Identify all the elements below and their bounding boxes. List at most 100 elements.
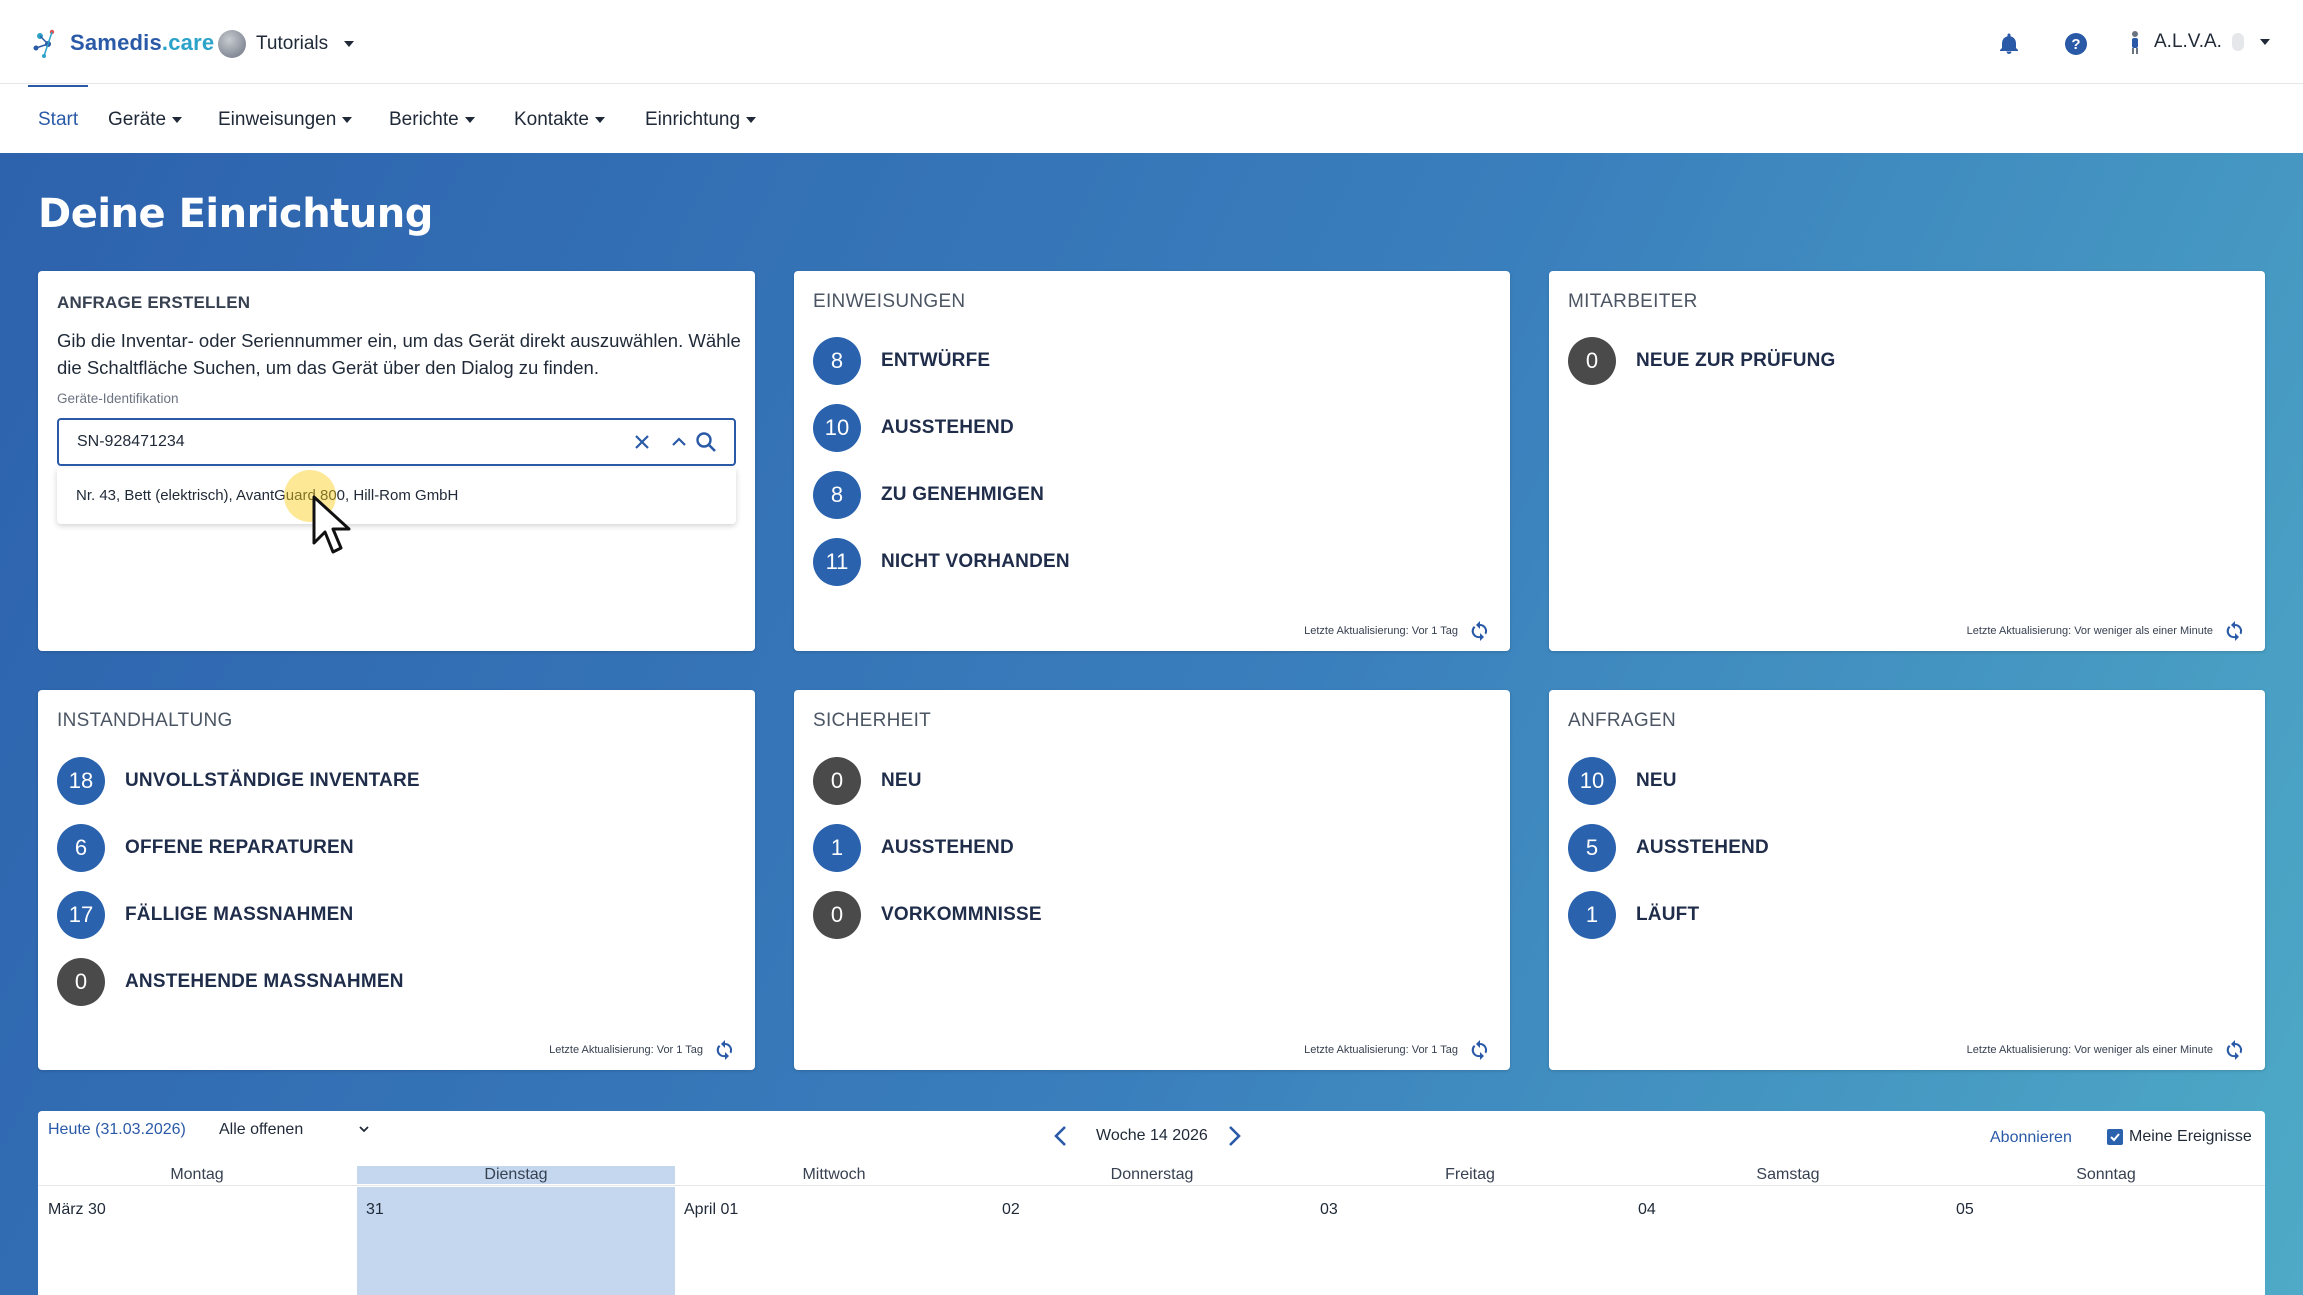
count-badge: 1 <box>813 824 861 872</box>
anfragen-card-title: ANFRAGEN <box>1568 710 1676 731</box>
mitarbeiter-card-title: MITARBEITER <box>1568 291 1698 312</box>
count-badge: 1 <box>1568 891 1616 939</box>
card-footer: Letzte Aktualisierung: Vor 1 Tag <box>1304 619 1492 643</box>
stat-unvollstaendige-inventare[interactable]: 18 UNVOLLSTÄNDIGE INVENTARE <box>57 757 420 805</box>
selected-day-highlight <box>357 1187 675 1295</box>
stat-label: NICHT VORHANDEN <box>881 551 1070 572</box>
main-navigation: Start Geräte Einweisungen Berichte Konta… <box>0 85 2303 153</box>
last-updated-text: Letzte Aktualisierung: Vor 1 Tag <box>1304 625 1458 637</box>
stat-entwuerfe[interactable]: 8 ENTWÜRFE <box>813 337 990 385</box>
calendar-day-cell[interactable]: 04 <box>1638 1201 1656 1219</box>
active-tab-indicator <box>28 85 88 87</box>
device-id-input[interactable]: SN-928471234 <box>57 418 736 466</box>
refresh-icon[interactable] <box>1468 619 1492 643</box>
event-filter-value: Alle offenen <box>219 1121 304 1138</box>
device-suggestion-item[interactable]: Nr. 43, Bett (elektrisch), AvantGuard 80… <box>76 487 458 504</box>
count-badge: 10 <box>1568 757 1616 805</box>
stat-nicht-vorhanden[interactable]: 11 NICHT VORHANDEN <box>813 538 1070 586</box>
caret-down-icon <box>595 117 605 123</box>
event-filter-select[interactable]: Alle offenen <box>219 1121 379 1139</box>
instandhaltung-card: INSTANDHALTUNG 18 UNVOLLSTÄNDIGE INVENTAR… <box>38 690 755 1070</box>
calendar-day-cell[interactable]: 31 <box>366 1201 384 1219</box>
request-card: ANFRAGE ERSTELLEN Gib die Inventar- oder… <box>38 271 755 651</box>
nav-einweisungen[interactable]: Einweisungen <box>218 109 353 131</box>
search-icon[interactable] <box>695 431 717 453</box>
einweisungen-card-title: EINWEISUNGEN <box>813 291 966 312</box>
stat-zu-genehmigen[interactable]: 8 ZU GENEHMIGEN <box>813 471 1044 519</box>
card-footer: Letzte Aktualisierung: Vor weniger als e… <box>1967 1038 2247 1062</box>
notification-bell-icon[interactable] <box>1997 32 2021 56</box>
refresh-icon[interactable] <box>713 1038 737 1062</box>
checkbox-checked-icon <box>2107 1129 2123 1145</box>
calendar-day-cell[interactable]: April 01 <box>684 1201 738 1219</box>
stat-neu[interactable]: 10 NEU <box>1568 757 1677 805</box>
stat-ausstehend[interactable]: 5 AUSSTEHEND <box>1568 824 1769 872</box>
count-badge: 0 <box>813 757 861 805</box>
stat-anstehende-massnahmen[interactable]: 0 ANSTEHENDE MASSNAHMEN <box>57 958 404 1006</box>
calendar-day-cell[interactable]: März 30 <box>48 1201 106 1219</box>
stat-ausstehend[interactable]: 10 AUSSTEHEND <box>813 404 1014 452</box>
nav-start[interactable]: Start <box>38 109 78 131</box>
tenant-avatar-icon <box>218 30 246 58</box>
clear-icon[interactable] <box>633 433 651 451</box>
stat-offene-reparaturen[interactable]: 6 OFFENE REPARATUREN <box>57 824 354 872</box>
nav-geraete[interactable]: Geräte <box>108 109 183 131</box>
user-avatar-icon <box>2132 31 2138 54</box>
subscribe-link[interactable]: Abonnieren <box>1990 1129 2072 1147</box>
caret-down-icon <box>344 41 355 47</box>
sicherheit-card: SICHERHEIT 0 NEU 1 AUSSTEHEND 0 VORKOMMNISS… <box>794 690 1510 1070</box>
stat-label: ENTWÜRFE <box>881 350 991 371</box>
stat-label: LÄUFT <box>1636 904 1700 925</box>
last-updated-text: Letzte Aktualisierung: Vor 1 Tag <box>549 1044 703 1056</box>
request-card-title: ANFRAGE ERSTELLEN <box>57 293 251 312</box>
count-badge: 17 <box>57 891 105 939</box>
mouse-pointer-icon <box>312 495 351 554</box>
tenant-name: Tutorials <box>256 33 329 54</box>
stat-label: VORKOMMNISSE <box>881 904 1042 925</box>
user-menu[interactable]: A.L.V.A. <box>2126 30 2270 54</box>
stat-laeuft[interactable]: 1 LÄUFT <box>1568 891 1699 939</box>
card-footer: Letzte Aktualisierung: Vor 1 Tag <box>549 1038 737 1062</box>
stat-vorkommnisse[interactable]: 0 VORKOMMNISSE <box>813 891 1042 939</box>
stat-label: AUSSTEHEND <box>1636 837 1769 858</box>
stat-label: OFFENE REPARATUREN <box>125 837 354 858</box>
stat-label: FÄLLIGE MASSNAHMEN <box>125 904 354 925</box>
week-label: Woche 14 2026 <box>1096 1127 1208 1144</box>
chevron-up-icon[interactable] <box>671 434 687 450</box>
stat-label: AUSSTEHEND <box>881 837 1014 858</box>
weekday-label: Freitag <box>1445 1166 1495 1183</box>
caret-down-icon <box>172 117 183 123</box>
mitarbeiter-card: MITARBEITER 0 NEUE ZUR PRÜFUNG Letzte Akt… <box>1549 271 2265 651</box>
previous-week-icon[interactable] <box>1052 1125 1070 1147</box>
count-badge: 18 <box>57 757 105 805</box>
count-badge: 11 <box>813 538 861 586</box>
calendar-day-cell[interactable]: 03 <box>1320 1201 1338 1219</box>
count-badge: 5 <box>1568 824 1616 872</box>
top-bar: Samedis.care Tutorials ? A.L.V.A. <box>0 0 2303 84</box>
refresh-icon[interactable] <box>2223 619 2247 643</box>
brand-name: Samedis.care <box>70 30 215 55</box>
today-button[interactable]: Heute (31.03.2026) <box>48 1121 186 1139</box>
device-id-label: Geräte-Identifikation <box>57 391 179 406</box>
refresh-icon[interactable] <box>2223 1038 2247 1062</box>
brand-logo[interactable]: Samedis.care <box>28 26 214 60</box>
einweisungen-card: EINWEISUNGEN 8 ENTWÜRFE 10 AUSSTEHEND 8 ZU … <box>794 271 1510 651</box>
stat-ausstehend[interactable]: 1 AUSSTEHEND <box>813 824 1014 872</box>
weekday-label: Sonntag <box>2076 1166 2136 1183</box>
calendar-day-cell[interactable]: 05 <box>1956 1201 1974 1219</box>
chevron-down-icon <box>359 1126 369 1133</box>
stat-neu[interactable]: 0 NEU <box>813 757 922 805</box>
next-week-icon[interactable] <box>1225 1125 1243 1147</box>
stat-neue-zur-pruefung[interactable]: 0 NEUE ZUR PRÜFUNG <box>1568 337 1836 385</box>
stat-faellige-massnahmen[interactable]: 17 FÄLLIGE MASSNAHMEN <box>57 891 353 939</box>
tenant-switcher[interactable]: Tutorials <box>218 30 355 58</box>
help-icon[interactable]: ? <box>2064 32 2088 56</box>
refresh-icon[interactable] <box>1468 1038 1492 1062</box>
nav-kontakte[interactable]: Kontakte <box>514 109 605 131</box>
count-badge: 10 <box>813 404 861 452</box>
calendar-day-cell[interactable]: 02 <box>1002 1201 1020 1219</box>
my-events-checkbox[interactable]: Meine Ereignisse <box>2107 1128 2252 1146</box>
nav-einrichtung[interactable]: Einrichtung <box>645 109 757 131</box>
count-badge: 8 <box>813 471 861 519</box>
nav-berichte[interactable]: Berichte <box>389 109 475 131</box>
